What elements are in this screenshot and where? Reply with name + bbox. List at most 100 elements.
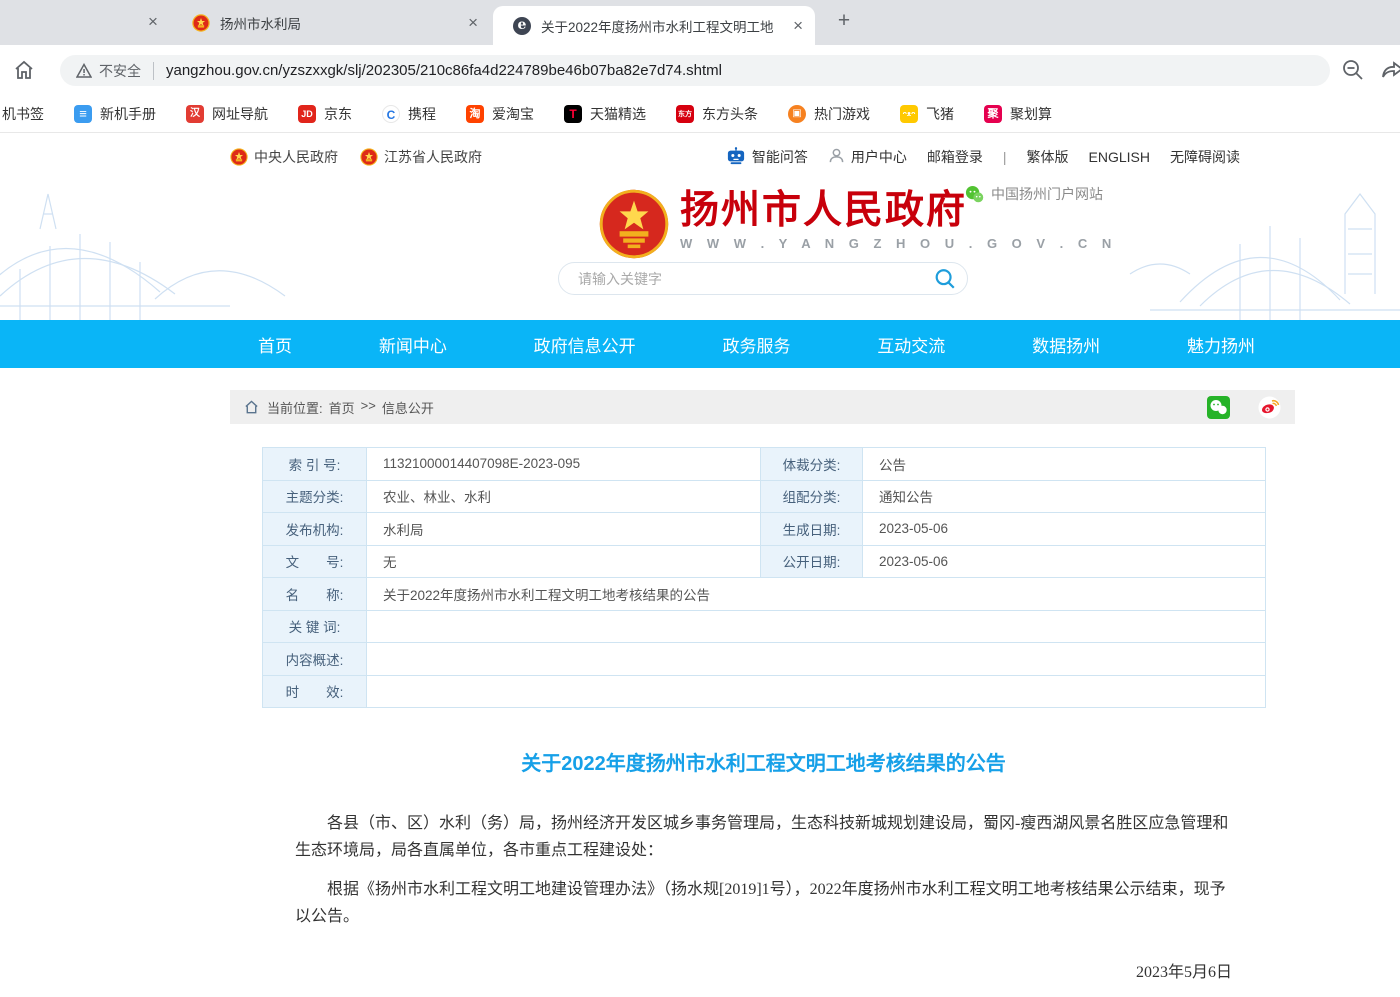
main-navigation: 首页 新闻中心 政府信息公开 政务服务 互动交流 数据扬州 魅力扬州 (0, 320, 1400, 368)
nav-gov-services[interactable]: 政务服务 (722, 332, 790, 357)
meta-label-name: 名 称: (263, 578, 367, 611)
nav-home[interactable]: 首页 (258, 332, 292, 357)
bookmark-label: 携程 (408, 104, 436, 124)
bookmark-games[interactable]: 热门游戏 (788, 104, 870, 124)
tmall-icon (564, 105, 582, 123)
nav-interaction[interactable]: 互动交流 (877, 332, 945, 357)
article: 关于2022年度扬州市水利工程文明工地考核结果的公告 各县（市、区）水利（务）局… (262, 735, 1265, 997)
notebook-icon (74, 105, 92, 123)
meta-label-publisher: 发布机构: (263, 513, 367, 546)
breadcrumb-current[interactable]: 信息公开 (382, 398, 434, 417)
table-row: 关 键 词: (263, 610, 1266, 643)
bookmark-manual[interactable]: 新机手册 (74, 104, 156, 124)
meta-value-keywords (367, 610, 1266, 643)
meta-label-index: 索 引 号: (263, 448, 367, 481)
nav-news-center[interactable]: 新闻中心 (379, 332, 447, 357)
meta-label-validity: 时 效: (263, 675, 367, 708)
bookmark-taobao[interactable]: 爱淘宝 (466, 104, 534, 124)
bookmark-label: 爱淘宝 (492, 104, 534, 124)
share-icon[interactable] (1380, 57, 1400, 83)
link-mail-login[interactable]: 邮箱登录 (927, 147, 983, 167)
article-paragraph: 各县（市、区）水利（务）局，扬州经济开发区城乡事务管理局，生态科技新城规划建设局… (295, 810, 1232, 864)
nav-site-icon (186, 105, 204, 123)
juhuasuan-icon (984, 105, 1002, 123)
nav-charm-yangzhou[interactable]: 魅力扬州 (1187, 332, 1255, 357)
table-row: 内容概述: (263, 643, 1266, 676)
meta-value-index: 11321000014407098E-2023-095 (367, 448, 761, 481)
tab-shuiliju[interactable]: 扬州市水利局 × (172, 0, 490, 45)
taobao-icon (466, 105, 484, 123)
omnibox-divider (153, 62, 154, 80)
site-favicon: e (513, 17, 531, 35)
tab-title: 关于2022年度扬州市水利工程文明工地 (541, 16, 785, 36)
bookmark-label: 天猫精选 (590, 104, 646, 124)
link-label: 中央人民政府 (254, 147, 338, 167)
tab-title: 扬州市水利局 (220, 13, 460, 33)
wechat-share-icon[interactable] (1207, 396, 1230, 419)
close-icon[interactable]: × (468, 14, 478, 31)
portal-link[interactable]: 中国扬州门户网站 (965, 184, 1103, 204)
link-user-center[interactable]: 用户中心 (828, 147, 907, 167)
site-domain: W W W . Y A N G Z H O U . G O V . C N (680, 236, 1117, 251)
close-icon[interactable]: × (793, 17, 803, 34)
nav-gov-info-disclosure[interactable]: 政府信息公开 (534, 332, 636, 357)
breadcrumb-separator: >> (361, 398, 376, 417)
home-icon (244, 400, 259, 414)
document-meta-table: 索 引 号: 11321000014407098E-2023-095 体裁分类:… (262, 447, 1266, 708)
close-icon[interactable]: × (148, 13, 158, 30)
gov-emblem-icon (230, 148, 248, 166)
bookmark-phone-bookmarks[interactable]: 机书签 (2, 104, 44, 124)
link-traditional-chinese[interactable]: 繁体版 (1027, 147, 1069, 167)
table-row: 索 引 号: 11321000014407098E-2023-095 体裁分类:… (263, 448, 1266, 481)
link-label: 繁体版 (1027, 147, 1069, 167)
bookmark-ctrip[interactable]: 携程 (382, 104, 436, 124)
table-row: 发布机构: 水利局 生成日期: 2023-05-06 (263, 513, 1266, 546)
bookmark-label: 飞猪 (926, 104, 954, 124)
meta-label-summary: 内容概述: (263, 643, 367, 676)
link-label: 无障碍阅读 (1170, 147, 1240, 167)
meta-value-open-date: 2023-05-06 (863, 545, 1266, 578)
search-button[interactable] (923, 262, 967, 295)
link-jiangsu-government[interactable]: 江苏省人民政府 (360, 147, 482, 167)
link-central-government[interactable]: 中央人民政府 (230, 147, 338, 167)
security-status-label[interactable]: 不安全 (99, 61, 141, 81)
link-label: 用户中心 (851, 147, 907, 167)
address-bar[interactable]: 不安全 yangzhou.gov.cn/yzszxxgk/slj/202305/… (60, 55, 1330, 86)
gov-emblem-icon (360, 148, 378, 166)
bookmark-label: 热门游戏 (814, 104, 870, 124)
article-date: 2023年5月6日 (295, 958, 1232, 982)
national-emblem-icon (598, 188, 670, 260)
new-tab-button[interactable]: + (830, 8, 858, 36)
tab-article-active[interactable]: e 关于2022年度扬州市水利工程文明工地 × (493, 6, 815, 45)
bookmark-tmall[interactable]: 天猫精选 (564, 104, 646, 124)
breadcrumb-home-link[interactable]: 首页 (329, 398, 355, 417)
bookmark-label: 东方头条 (702, 104, 758, 124)
bookmark-juhuasuan[interactable]: 聚划算 (984, 104, 1052, 124)
bookmark-jd[interactable]: 京东 (298, 104, 352, 124)
meta-value-group: 通知公告 (863, 480, 1266, 513)
meta-label-docno: 文 号: (263, 545, 367, 578)
meta-value-validity (367, 675, 1266, 708)
meta-value-docno: 无 (367, 545, 761, 578)
zoom-out-icon[interactable] (1340, 57, 1366, 83)
site-utility-bar: 中央人民政府 江苏省人民政府 智能问答 (0, 140, 1400, 174)
bookmark-fliggy[interactable]: 飞猪 (900, 104, 954, 124)
table-row: 时 效: (263, 675, 1266, 708)
home-icon[interactable] (12, 58, 36, 82)
link-smart-qa[interactable]: 智能问答 (726, 147, 808, 168)
link-label: ENGLISH (1089, 149, 1150, 165)
url-text[interactable]: yangzhou.gov.cn/yzszxxgk/slj/202305/210c… (166, 62, 722, 79)
link-accessibility[interactable]: 无障碍阅读 (1170, 147, 1240, 167)
user-icon (828, 147, 845, 167)
game-icon (788, 105, 806, 123)
bookmarks-bar: 机书签 新机手册 网址导航 京东 携程 爱淘宝 天猫精选 东方头条 (0, 95, 1400, 133)
weibo-share-icon[interactable] (1258, 396, 1281, 419)
nav-data-yangzhou[interactable]: 数据扬州 (1032, 332, 1100, 357)
robot-icon (726, 147, 746, 168)
browser-window: × 扬州市水利局 × e 关于2022年度扬州市水利工程文明工地 × + 不安全… (0, 0, 1400, 997)
link-english[interactable]: ENGLISH (1089, 149, 1150, 165)
bookmark-site-nav[interactable]: 网址导航 (186, 104, 268, 124)
search-input[interactable] (559, 271, 923, 287)
bookmark-dongfang[interactable]: 东方头条 (676, 104, 758, 124)
bookmark-label: 机书签 (2, 104, 44, 124)
